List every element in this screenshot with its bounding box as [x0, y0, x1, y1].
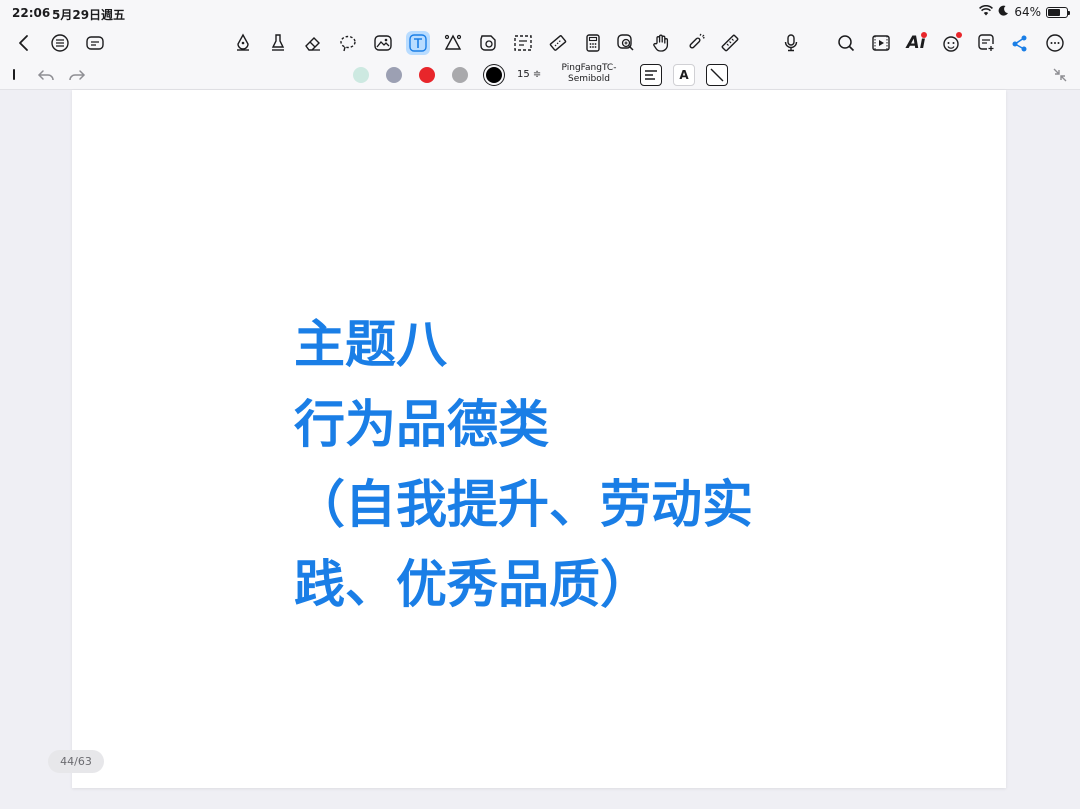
microphone-icon[interactable] [779, 31, 803, 55]
eraser-icon[interactable] [301, 31, 325, 55]
highlighter-icon[interactable] [266, 31, 290, 55]
lasso-icon[interactable] [336, 31, 360, 55]
collaborate-icon[interactable] [939, 31, 963, 55]
battery-icon [1046, 6, 1070, 18]
slide-page[interactable]: 主题八 行为品德类 （自我提升、劳动实 践、优秀品质） [72, 90, 1006, 788]
slide-title-text[interactable]: 主题八 行为品德类 （自我提升、劳动实 践、优秀品质） [294, 306, 854, 626]
text-options-bar: 15 ≑ PingFangTC- Semibold A [0, 60, 1080, 90]
color-swatch-black[interactable] [486, 67, 502, 83]
color-swatch-gray-blue[interactable] [386, 67, 402, 83]
diagonal-line-icon [710, 68, 724, 82]
text-tool-icon[interactable] [406, 31, 430, 55]
color-swatch-red[interactable] [419, 67, 435, 83]
add-page-icon[interactable] [974, 31, 998, 55]
presentation-icon[interactable] [869, 31, 893, 55]
app-window: 22:06 5月29日週五 64% Ai 15 ≑ PingFangTC- Se… [0, 0, 1080, 809]
notification-dot [921, 32, 927, 38]
search-icon[interactable] [834, 31, 858, 55]
status-date: 5月29日週五 [52, 8, 126, 22]
sidebar-toggle-handle[interactable] [13, 69, 15, 80]
sticker-icon[interactable] [476, 31, 500, 55]
tape-icon[interactable] [546, 31, 570, 55]
calculator-icon[interactable] [581, 31, 605, 55]
share-icon[interactable] [1008, 31, 1032, 55]
font-size-stepper[interactable]: 15 ≑ [517, 69, 541, 80]
font-family-selector[interactable]: PingFangTC- Semibold [553, 63, 625, 85]
text-style-button[interactable]: A [673, 64, 695, 86]
outline-list-icon[interactable] [48, 31, 72, 55]
status-bar: 22:06 5月29日週五 64% [0, 0, 1080, 26]
color-swatch-gray[interactable] [452, 67, 468, 83]
laser-pointer-icon[interactable] [684, 31, 708, 55]
main-toolbar: Ai [0, 26, 1080, 60]
shape-icon[interactable] [441, 31, 465, 55]
status-right: 64% [979, 4, 1070, 19]
image-icon[interactable] [371, 31, 395, 55]
page-view-icon[interactable] [83, 31, 107, 55]
battery-percent: 64% [1014, 5, 1041, 19]
page-indicator[interactable]: 44/63 [48, 750, 104, 773]
zoom-window-icon[interactable] [614, 31, 638, 55]
wifi-icon [979, 4, 994, 19]
notification-dot [956, 32, 962, 38]
ai-icon[interactable]: Ai [904, 31, 928, 55]
redo-icon[interactable] [65, 63, 89, 87]
status-time: 22:06 [12, 6, 51, 20]
collapse-icon[interactable] [1048, 63, 1072, 87]
pen-icon[interactable] [231, 31, 255, 55]
ruler-icon[interactable] [718, 31, 742, 55]
hand-pan-icon[interactable] [649, 31, 673, 55]
text-stroke-button[interactable] [706, 64, 728, 86]
font-name-line1: PingFangTC- [561, 63, 617, 73]
document-canvas[interactable]: 主题八 行为品德类 （自我提升、劳动实 践、优秀品质） 44/63 [0, 90, 1080, 809]
selection-icon[interactable] [511, 31, 535, 55]
color-swatch-mint[interactable] [353, 67, 369, 83]
undo-icon[interactable] [34, 63, 58, 87]
more-icon[interactable] [1043, 31, 1067, 55]
align-left-icon [645, 70, 657, 80]
text-align-button[interactable] [640, 64, 662, 86]
back-chevron-icon[interactable] [12, 31, 36, 55]
moon-icon [998, 5, 1009, 19]
font-name-line2: Semibold [568, 74, 610, 84]
